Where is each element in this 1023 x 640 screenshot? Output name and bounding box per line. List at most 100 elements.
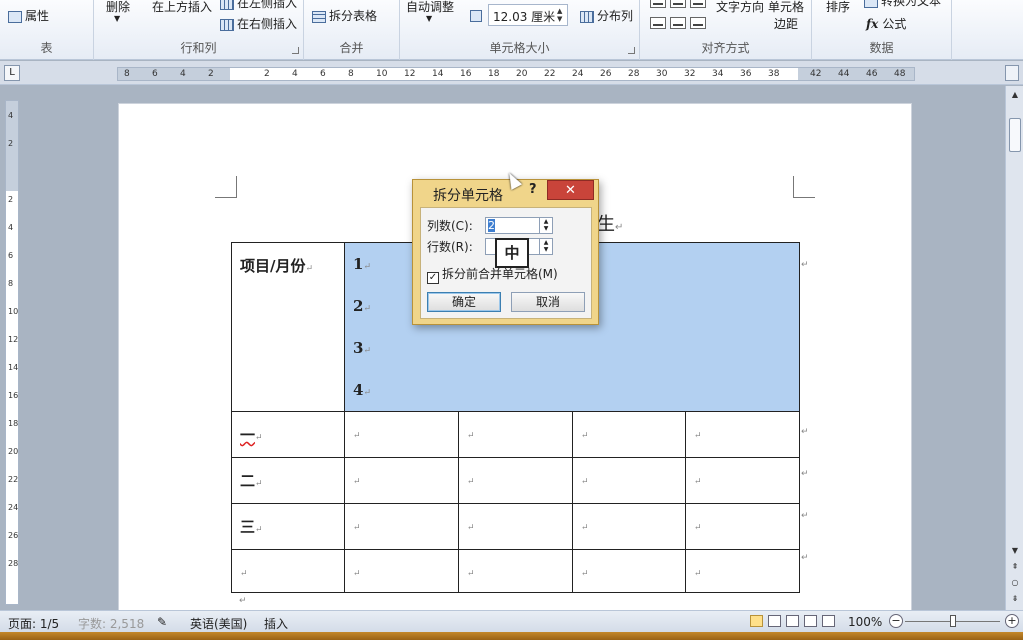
chevron-down-icon[interactable]: ▼ (114, 14, 120, 23)
row-end-mark: ↵ (801, 260, 809, 270)
table-cell[interactable]: ↵ (685, 549, 800, 593)
ruler-tick-label: 12 (404, 69, 416, 79)
spinner-icon[interactable]: ▲ ▼ (539, 218, 552, 233)
table-cell[interactable]: ↵ (458, 457, 573, 504)
cell-margins-button[interactable]: 单元格 (768, 0, 804, 15)
language-indicator[interactable]: 英语(美国) (190, 615, 247, 632)
row-label-cell[interactable]: 三↵ (231, 503, 345, 550)
insert-left-button[interactable]: 在左侧插入 (220, 0, 297, 11)
ruler-tick-label: 22 (8, 475, 19, 484)
full-screen-reading-icon[interactable] (768, 615, 781, 627)
table-cell[interactable]: ↵ (572, 503, 686, 550)
align-top-left-icon[interactable] (650, 0, 666, 8)
ok-button[interactable]: 确定 (427, 292, 501, 312)
table-cell[interactable]: ↵ (685, 411, 800, 458)
table-cell[interactable]: ↵ (685, 503, 800, 550)
align-top-center-icon[interactable] (670, 0, 686, 8)
ruler-tick-label: 18 (488, 69, 500, 79)
zoom-in-button[interactable]: + (1005, 614, 1019, 628)
insert-mode[interactable]: 插入 (264, 615, 288, 632)
table-cell[interactable]: ↵ (458, 411, 573, 458)
help-icon[interactable]: ? (529, 182, 537, 197)
web-layout-icon[interactable] (786, 615, 799, 627)
autofit-button[interactable]: 自动调整 (406, 0, 454, 15)
scroll-down-icon[interactable]: ▼ (1008, 544, 1022, 558)
row-label-cell[interactable]: 一↵ (231, 411, 345, 458)
table-cell[interactable]: ↵ (572, 411, 686, 458)
insert-right-button[interactable]: 在右侧插入 (220, 15, 297, 32)
view-ruler-icon[interactable] (1005, 65, 1019, 81)
chevron-down-icon[interactable]: ▼ (426, 14, 432, 23)
spinner-icon[interactable]: ▲ ▼ (539, 239, 552, 254)
word-count[interactable]: 字数: 2,518 (78, 615, 144, 632)
ruler-tick-label: 4 (8, 223, 14, 232)
distribute-cols-button[interactable]: 分布列 (580, 7, 633, 24)
table-cell[interactable]: ↵ (344, 457, 459, 504)
align-buttons-middle[interactable] (650, 17, 710, 32)
ribbon-group-label: 对齐方式 (701, 41, 750, 55)
table-cell[interactable]: ↵ (685, 457, 800, 504)
text-direction-button[interactable]: 文字方向 (716, 0, 764, 15)
row-label-cell[interactable]: 二↵ (231, 457, 345, 504)
table-cell[interactable]: ↵ (572, 549, 686, 593)
ruler-tick-label: 30 (656, 69, 668, 79)
align-bottom-right-icon[interactable] (690, 17, 706, 29)
vertical-scrollbar[interactable]: ▲ ▼ ⇞ ○ ⇟ (1005, 86, 1023, 610)
horizontal-ruler[interactable]: 8 6 4 2 2 4 6 8 10 12 14 16 18 20 22 24 26 28 30 32 34 36 38 42… (117, 67, 915, 81)
columns-input[interactable]: 2 ▲ ▼ (485, 217, 553, 234)
checkbox-icon[interactable]: ✓ (427, 272, 439, 284)
row-label-cell[interactable]: ↵ (231, 549, 345, 593)
ruler-tick-label: 44 (838, 69, 850, 79)
status-bar: 页面: 1/5 字数: 2,518 ✎ 英语(美国) 插入 100% − + (0, 610, 1023, 632)
print-layout-icon[interactable] (750, 615, 763, 627)
browse-object-icon[interactable]: ○ (1008, 576, 1022, 590)
prev-page-icon[interactable]: ⇞ (1008, 560, 1022, 574)
scroll-up-icon[interactable]: ▲ (1008, 88, 1022, 102)
table-cell[interactable]: ↵ (458, 503, 573, 550)
next-page-icon[interactable]: ⇟ (1008, 592, 1022, 606)
ruler-tick-label: 38 (768, 69, 780, 79)
align-buttons-top[interactable] (650, 0, 710, 11)
align-bottom-center-icon[interactable] (670, 17, 686, 29)
ribbon-group-merge: 拆分表格 合并 (304, 0, 400, 60)
formula-button[interactable]: fx 公式 (866, 15, 906, 32)
draft-icon[interactable] (822, 615, 835, 627)
dialog-launcher-icon[interactable] (292, 47, 299, 54)
scroll-thumb[interactable] (1009, 118, 1021, 152)
proofing-icon[interactable]: ✎ (157, 615, 167, 629)
insert-left-icon (220, 0, 234, 10)
row-end-mark: ↵ (801, 427, 809, 437)
dialog-launcher-icon[interactable] (628, 47, 635, 54)
table-cell[interactable]: ↵ (458, 549, 573, 593)
table-cell[interactable]: ↵ (344, 503, 459, 550)
properties-button[interactable]: 属性 (8, 7, 49, 24)
align-bottom-left-icon[interactable] (650, 17, 666, 29)
header-cell[interactable]: 项目/月份↵ (231, 242, 345, 412)
outline-icon[interactable] (804, 615, 817, 627)
spinner-icon[interactable]: ▲ ▼ (557, 7, 565, 23)
zoom-level[interactable]: 100% (848, 615, 882, 629)
merge-before-split-checkbox[interactable]: ✓ 拆分前合并单元格(M) (427, 265, 558, 284)
align-top-right-icon[interactable] (690, 0, 706, 8)
split-table-button[interactable]: 拆分表格 (312, 7, 377, 24)
insert-above-button[interactable]: 在上方插入 (152, 0, 212, 15)
ruler-tick-label: 4 (180, 69, 186, 79)
split-table-icon (312, 10, 326, 23)
table-cell[interactable]: ↵ (572, 457, 686, 504)
row-height-input[interactable]: 12.03 厘米 ▲ ▼ (488, 4, 568, 26)
close-button[interactable]: ✕ (547, 180, 594, 200)
delete-button[interactable]: 删除 (106, 0, 130, 15)
table-cell[interactable]: ↵ (344, 411, 459, 458)
page-indicator[interactable]: 页面: 1/5 (8, 615, 59, 632)
table-cell[interactable]: ↵ (344, 549, 459, 593)
ruler-tick-label: 42 (810, 69, 822, 79)
convert-to-text-button[interactable]: 转换为文本 (864, 0, 941, 9)
sort-button[interactable]: 排序 (826, 0, 850, 15)
tab-selector[interactable]: L (4, 65, 20, 81)
ribbon-group-label: 合并 (339, 41, 364, 55)
split-cells-dialog[interactable]: 拆分单元格 ? ✕ 列数(C): 2 ▲ ▼ 行数(R): ▲ ▼ 中 ✓ 拆分前合并单… (412, 179, 599, 325)
zoom-out-button[interactable]: − (889, 614, 903, 628)
vertical-ruler[interactable]: 4 2 2 4 6 8 10 12 14 16 18 20 22 24 26 28 (5, 100, 19, 605)
zoom-slider-thumb[interactable] (950, 615, 956, 627)
cancel-button[interactable]: 取消 (511, 292, 585, 312)
